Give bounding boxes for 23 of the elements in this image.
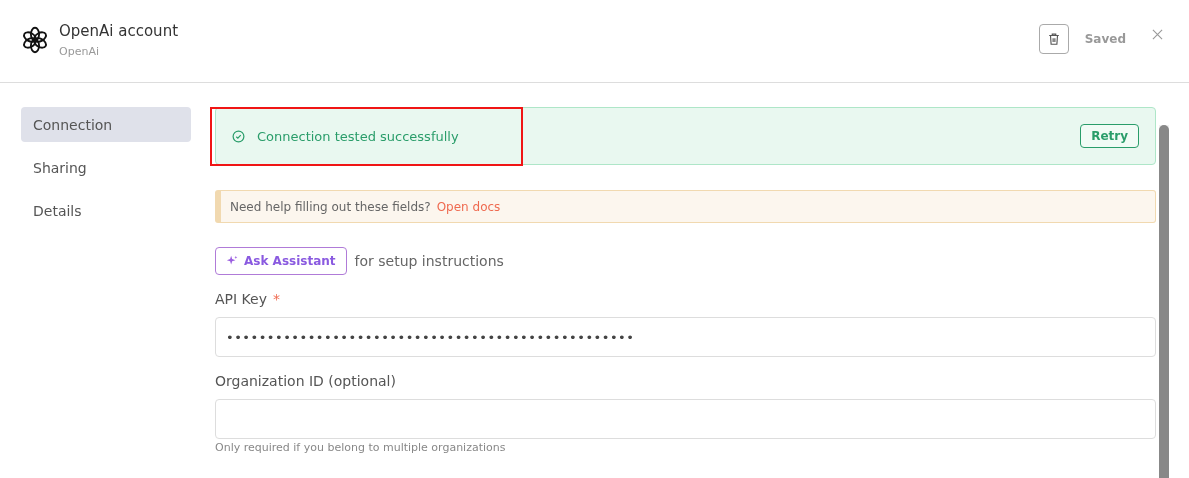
help-text: Need help filling out these fields? (230, 199, 431, 214)
openai-logo-icon (21, 26, 49, 54)
scrollbar[interactable] (1159, 125, 1169, 478)
delete-button[interactable] (1038, 24, 1069, 54)
assistant-hint: for setup instructions (354, 253, 504, 269)
input-field[interactable] (215, 399, 1156, 439)
trash-icon (1046, 32, 1061, 46)
retry-button[interactable]: Retry (1080, 124, 1139, 148)
save-status: Saved (1084, 32, 1126, 46)
sidebar-tab[interactable]: Details (21, 193, 191, 228)
sidebar-tab[interactable]: Connection (21, 107, 191, 142)
field-label: API Key (215, 291, 267, 307)
check-circle-icon (232, 129, 245, 143)
sidebar-tab[interactable]: Sharing (21, 150, 191, 185)
account-subtitle: OpenAi (59, 45, 100, 58)
ask-assistant-button[interactable]: Ask Assistant (215, 247, 347, 275)
input-field[interactable]: •••••••••••••••••••••••••••••••••••••••••••••••••• (215, 317, 1156, 357)
account-title: OpenAi account (59, 22, 179, 40)
success-message: Connection tested successfully (257, 128, 459, 144)
field-label: Organization ID (optional) (215, 373, 396, 389)
required-mark: * (273, 291, 280, 307)
close-icon[interactable] (1152, 29, 1163, 40)
field-hint: Only required if you belong to multiple organizations (215, 441, 507, 454)
